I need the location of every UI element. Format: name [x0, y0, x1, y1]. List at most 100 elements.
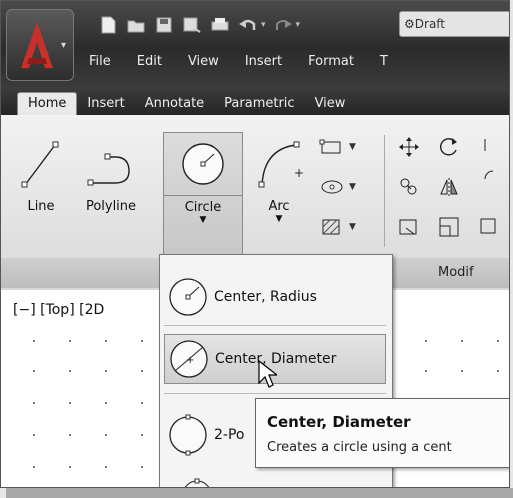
- rectangle-dropdown-icon[interactable]: ▼: [349, 142, 356, 152]
- modify-tools-more: [477, 135, 509, 253]
- grid-dot: [69, 434, 71, 436]
- hatch-button[interactable]: ▼: [319, 215, 363, 239]
- modify-more-icons: [480, 139, 496, 234]
- grid-dot: [141, 402, 143, 404]
- grid-dot: [105, 434, 107, 436]
- grid-dot: [425, 340, 427, 342]
- circle-2-point-label: 2-Po: [214, 427, 245, 443]
- polyline-label: Polyline: [85, 199, 137, 214]
- rotate-icon[interactable]: [437, 135, 461, 159]
- mirror-icon[interactable]: [437, 175, 461, 199]
- new-icon[interactable]: [97, 14, 119, 36]
- circle-center-radius-label: Center, Radius: [214, 289, 317, 305]
- grid-dot: [105, 340, 107, 342]
- ellipse-icon: [321, 180, 343, 194]
- menu-view[interactable]: View: [188, 54, 219, 69]
- svg-text:+: +: [186, 355, 194, 366]
- tooltip-description: Creates a circle using a cent: [267, 440, 452, 455]
- grid-dot: [33, 370, 35, 372]
- save-as-icon[interactable]: [181, 14, 203, 36]
- arc-button[interactable]: + Arc ▼: [253, 137, 305, 224]
- rectangle-icon: [319, 139, 341, 154]
- viewport-label[interactable]: [−] [Top] [2D: [13, 302, 104, 318]
- circle-center-radius-icon: [164, 273, 212, 321]
- menu-format[interactable]: Format: [308, 54, 354, 69]
- tooltip-title: Center, Diameter: [267, 413, 411, 431]
- tab-home[interactable]: Home: [17, 92, 78, 115]
- line-button[interactable]: Line: [15, 137, 67, 214]
- arc-icon: +: [258, 141, 304, 188]
- title-bar: ▾ ▾ ▾ ⚙ Draft File Edit View Insert Form…: [1, 1, 509, 89]
- grid-dot: [497, 340, 499, 342]
- grid-dot: [425, 370, 427, 372]
- circle-label: Circle: [184, 200, 222, 215]
- undo-icon[interactable]: [237, 14, 259, 36]
- workspace-switcher[interactable]: ⚙ Draft: [399, 11, 509, 37]
- tab-annotate[interactable]: Annotate: [135, 93, 214, 115]
- hatch-icon: [322, 219, 340, 235]
- grid-dot: [497, 370, 499, 372]
- stretch-icon[interactable]: [397, 215, 421, 239]
- circle-icon: [182, 143, 224, 185]
- line-label: Line: [27, 199, 55, 214]
- scale-icon[interactable]: [437, 215, 461, 239]
- menu-tools[interactable]: T: [380, 54, 388, 69]
- copy-icon[interactable]: [397, 175, 421, 199]
- menu-bar: File Edit View Insert Format T: [89, 49, 414, 73]
- tab-parametric[interactable]: Parametric: [214, 93, 304, 115]
- menu-file[interactable]: File: [89, 54, 111, 69]
- arc-label: Arc: [268, 199, 290, 214]
- application-menu-arrow-icon: ▾: [61, 40, 67, 51]
- rectangle-button[interactable]: ▼: [319, 135, 363, 159]
- undo-dropdown-icon[interactable]: ▾: [261, 20, 266, 30]
- grid-dot: [141, 434, 143, 436]
- ellipse-dropdown-icon[interactable]: ▼: [349, 182, 356, 192]
- tab-view[interactable]: View: [305, 93, 356, 115]
- grid-dot: [105, 466, 107, 468]
- arc-dropdown-arrow-icon[interactable]: ▼: [253, 214, 305, 224]
- redo-icon[interactable]: [272, 14, 294, 36]
- grid-dot: [33, 466, 35, 468]
- grid-dot: [69, 340, 71, 342]
- application-menu-button[interactable]: ▾: [6, 9, 74, 81]
- circle-3-point-icon: [184, 478, 210, 487]
- circle-3-point-option[interactable]: [182, 473, 212, 487]
- quick-access-toolbar: ▾ ▾: [97, 11, 300, 39]
- save-icon[interactable]: [153, 14, 175, 36]
- menu-insert[interactable]: Insert: [245, 54, 282, 69]
- hatch-dropdown-icon[interactable]: ▼: [349, 222, 356, 232]
- grid-dot: [461, 370, 463, 372]
- tab-insert[interactable]: Insert: [77, 93, 134, 115]
- workspace-label: Draft: [414, 17, 446, 31]
- polyline-icon: [87, 153, 130, 186]
- open-icon[interactable]: [125, 14, 147, 36]
- command-tooltip: Center, Diameter Creates a circle using …: [255, 398, 509, 468]
- circle-center-radius-option[interactable]: Center, Radius: [164, 272, 386, 322]
- dropdown-separator: [164, 393, 386, 394]
- grid-dot: [141, 340, 143, 342]
- grid-dot: [105, 402, 107, 404]
- svg-text:+: +: [294, 166, 304, 180]
- grid-dot: [141, 466, 143, 468]
- circle-dropdown-arrow-icon[interactable]: ▼: [164, 215, 242, 225]
- workspace-gear-icon: ⚙: [404, 17, 415, 31]
- modify-panel-title: Modif: [438, 265, 474, 280]
- grid-dot: [69, 466, 71, 468]
- grid-dot: [461, 340, 463, 342]
- line-icon: [21, 141, 59, 188]
- dropdown-separator: [164, 325, 386, 326]
- menu-edit[interactable]: Edit: [137, 54, 162, 69]
- circle-button[interactable]: Circle ▼: [163, 132, 243, 264]
- grid-dot: [141, 370, 143, 372]
- window-shadow: [6, 488, 513, 498]
- grid-dot: [33, 434, 35, 436]
- panel-separator: [384, 135, 385, 247]
- redo-dropdown-icon[interactable]: ▾: [296, 20, 301, 30]
- plot-icon[interactable]: [209, 14, 231, 36]
- polyline-button[interactable]: Polyline: [71, 137, 151, 214]
- circle-center-diameter-icon: +: [165, 335, 213, 383]
- move-icon[interactable]: [397, 135, 421, 159]
- grid-dot: [33, 402, 35, 404]
- ellipse-button[interactable]: ▼: [319, 175, 363, 199]
- circle-2-point-icon: [164, 411, 212, 459]
